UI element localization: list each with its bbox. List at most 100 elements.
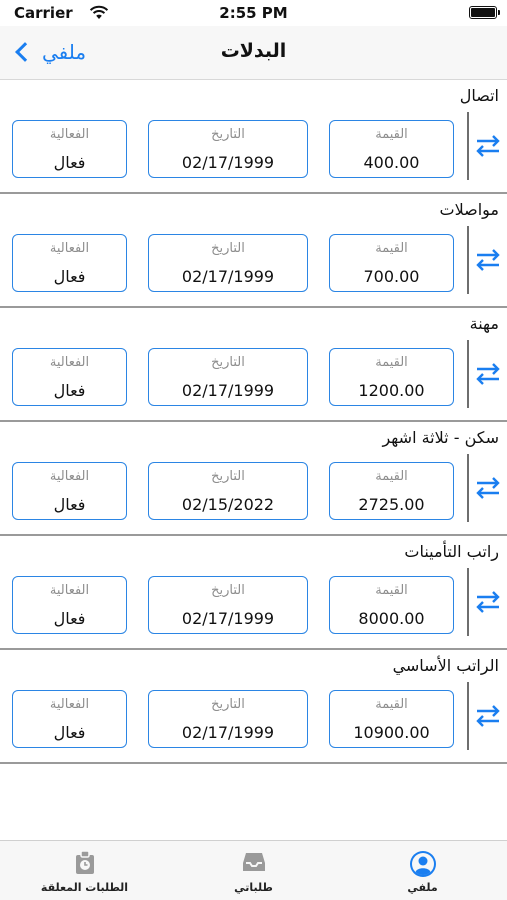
value-field-value: 8000.00 bbox=[358, 609, 425, 628]
page-title: البدلات bbox=[220, 40, 287, 62]
clock: 2:55 PM bbox=[219, 4, 288, 22]
status-field-value: فعال bbox=[53, 153, 86, 172]
date-field-label: التاريخ bbox=[211, 241, 245, 256]
value-field: القيمة 10900.00 bbox=[329, 690, 454, 748]
battery-icon bbox=[469, 6, 500, 19]
status-field-value: فعال bbox=[53, 609, 86, 628]
allowance-name: مهنة bbox=[469, 314, 499, 333]
status-field-label: الفعالية bbox=[49, 583, 90, 598]
tab-label: ملفي bbox=[407, 881, 438, 894]
status-field: الفعالية فعال bbox=[12, 462, 127, 520]
value-field-label: القيمة bbox=[375, 697, 408, 712]
value-field-value: 1200.00 bbox=[358, 381, 425, 400]
status-field-value: فعال bbox=[53, 723, 86, 742]
status-field: الفعالية فعال bbox=[12, 690, 127, 748]
status-field-label: الفعالية bbox=[49, 127, 90, 142]
allowance-name: سكن - ثلاثة اشهر bbox=[382, 428, 499, 447]
status-field: الفعالية فعال bbox=[12, 120, 127, 178]
allowance-fields: الفعالية فعال التاريخ 02/17/1999 القيمة … bbox=[12, 576, 454, 634]
vertical-divider bbox=[467, 112, 469, 180]
date-field: التاريخ 02/15/2022 bbox=[148, 462, 308, 520]
vertical-divider bbox=[467, 682, 469, 750]
allowance-name: اتصال bbox=[459, 86, 499, 105]
date-field-value: 02/17/1999 bbox=[181, 153, 275, 172]
allowances-list: اتصال الفعالية فعال التاريخ 02/17/1999 ا… bbox=[0, 80, 507, 764]
status-field-value: فعال bbox=[53, 381, 86, 400]
value-field: القيمة 2725.00 bbox=[329, 462, 454, 520]
tab-my-profile[interactable]: ملفي bbox=[338, 841, 507, 900]
value-field: القيمة 1200.00 bbox=[329, 348, 454, 406]
swap-arrows-icon[interactable] bbox=[474, 246, 502, 274]
status-field-label: الفعالية bbox=[49, 469, 90, 484]
value-field-label: القيمة bbox=[375, 127, 408, 142]
value-field: القيمة 400.00 bbox=[329, 120, 454, 178]
allowance-fields: الفعالية فعال التاريخ 02/17/1999 القيمة … bbox=[12, 234, 454, 292]
status-field: الفعالية فعال bbox=[12, 348, 127, 406]
allowance-section: راتب التأمينات الفعالية فعال التاريخ 02/… bbox=[0, 536, 507, 650]
date-field-label: التاريخ bbox=[211, 697, 245, 712]
status-bar: Carrier 2:55 PM bbox=[0, 0, 507, 26]
value-field-value: 700.00 bbox=[363, 267, 420, 286]
value-field-label: القيمة bbox=[375, 241, 408, 256]
vertical-divider bbox=[467, 340, 469, 408]
status-field-label: الفعالية bbox=[49, 697, 90, 712]
vertical-divider bbox=[467, 568, 469, 636]
vertical-divider bbox=[467, 226, 469, 294]
date-field: التاريخ 02/17/1999 bbox=[148, 234, 308, 292]
status-field-label: الفعالية bbox=[49, 241, 90, 256]
swap-arrows-icon[interactable] bbox=[474, 588, 502, 616]
date-field: التاريخ 02/17/1999 bbox=[148, 348, 308, 406]
allowance-name: مواصلات bbox=[439, 200, 499, 219]
profile-icon bbox=[409, 850, 437, 882]
value-field-label: القيمة bbox=[375, 469, 408, 484]
allowance-fields: الفعالية فعال التاريخ 02/17/1999 القيمة … bbox=[12, 348, 454, 406]
date-field: التاريخ 02/17/1999 bbox=[148, 690, 308, 748]
value-field-value: 10900.00 bbox=[353, 723, 430, 742]
value-field: القيمة 8000.00 bbox=[329, 576, 454, 634]
status-field: الفعالية فعال bbox=[12, 576, 127, 634]
pending-requests-icon bbox=[74, 850, 96, 880]
value-field-value: 2725.00 bbox=[358, 495, 425, 514]
allowance-section: الراتب الأساسي الفعالية فعال التاريخ 02/… bbox=[0, 650, 507, 764]
date-field: التاريخ 02/17/1999 bbox=[148, 576, 308, 634]
allowance-section: سكن - ثلاثة اشهر الفعالية فعال التاريخ 0… bbox=[0, 422, 507, 536]
date-field-value: 02/17/1999 bbox=[181, 381, 275, 400]
value-field-label: القيمة bbox=[375, 583, 408, 598]
status-field: الفعالية فعال bbox=[12, 234, 127, 292]
swap-arrows-icon[interactable] bbox=[474, 702, 502, 730]
swap-arrows-icon[interactable] bbox=[474, 474, 502, 502]
tab-pending-requests[interactable]: الطلبات المعلقة bbox=[0, 841, 169, 900]
vertical-divider bbox=[467, 454, 469, 522]
navigation-bar: ملفي البدلات bbox=[0, 26, 507, 80]
allowance-fields: الفعالية فعال التاريخ 02/17/1999 القيمة … bbox=[12, 120, 454, 178]
tab-label: الطلبات المعلقة bbox=[40, 881, 129, 894]
date-field-label: التاريخ bbox=[211, 469, 245, 484]
date-field-label: التاريخ bbox=[211, 127, 245, 142]
allowance-section: مهنة الفعالية فعال التاريخ 02/17/1999 ال… bbox=[0, 308, 507, 422]
swap-arrows-icon[interactable] bbox=[474, 132, 502, 160]
date-field: التاريخ 02/17/1999 bbox=[148, 120, 308, 178]
date-field-value: 02/17/1999 bbox=[181, 267, 275, 286]
swap-arrows-icon[interactable] bbox=[474, 360, 502, 388]
date-field-value: 02/17/1999 bbox=[181, 609, 275, 628]
value-field-value: 400.00 bbox=[363, 153, 420, 172]
allowance-name: راتب التأمينات bbox=[404, 542, 499, 561]
status-field-value: فعال bbox=[53, 495, 86, 514]
allowance-fields: الفعالية فعال التاريخ 02/15/2022 القيمة … bbox=[12, 462, 454, 520]
status-field-label: الفعالية bbox=[49, 355, 90, 370]
tab-label: طلباتي bbox=[234, 881, 273, 894]
tab-my-requests[interactable]: طلباتي bbox=[169, 841, 338, 900]
allowance-fields: الفعالية فعال التاريخ 02/17/1999 القيمة … bbox=[12, 690, 454, 748]
date-field-label: التاريخ bbox=[211, 583, 245, 598]
allowance-section: اتصال الفعالية فعال التاريخ 02/17/1999 ا… bbox=[0, 80, 507, 194]
date-field-label: التاريخ bbox=[211, 355, 245, 370]
status-field-value: فعال bbox=[53, 267, 86, 286]
value-field: القيمة 700.00 bbox=[329, 234, 454, 292]
allowance-name: الراتب الأساسي bbox=[392, 656, 499, 675]
date-field-value: 02/17/1999 bbox=[181, 723, 275, 742]
tab-bar: الطلبات المعلقة طلباتي ملفي bbox=[0, 840, 507, 900]
value-field-label: القيمة bbox=[375, 355, 408, 370]
inbox-icon bbox=[240, 850, 268, 878]
date-field-value: 02/15/2022 bbox=[181, 495, 275, 514]
allowance-section: مواصلات الفعالية فعال التاريخ 02/17/1999… bbox=[0, 194, 507, 308]
